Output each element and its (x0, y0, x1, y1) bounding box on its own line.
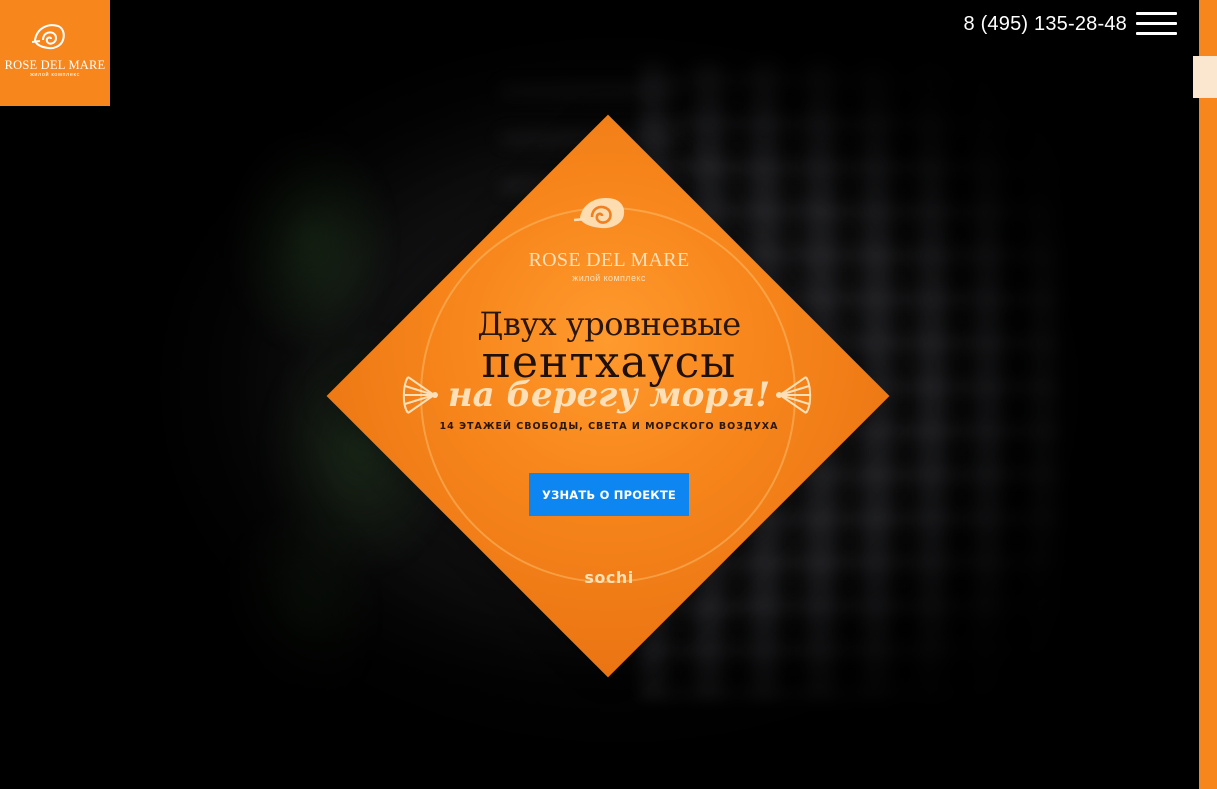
seashell-right-icon (776, 376, 812, 414)
header-logo-link[interactable]: ROSE DEL MARE жилой комплекс (0, 0, 110, 106)
hero-content: ROSE DEL MARE жилой комплекс Двух уровне… (330, 117, 888, 675)
page: ROSE DEL MARE жилой комплекс 8 (495) 135… (0, 0, 1217, 789)
sochi-logo: sochi (584, 568, 634, 587)
hero-logo-subtitle: жилой комплекс (572, 273, 646, 283)
header-phone-link[interactable]: 8 (495) 135-28-48 (963, 13, 1127, 36)
header-logo-brand: ROSE DEL MARE (4, 58, 106, 72)
seashell-left-icon (402, 376, 438, 414)
scrollbar-thumb[interactable] (1193, 56, 1217, 98)
hero-logo-brand: ROSE DEL MARE (528, 249, 690, 271)
hero-tagline: 14 ЭТАЖЕЙ СВОБОДЫ, СВЕТА И МОРСКОГО ВОЗД… (439, 421, 779, 432)
header-logo-subtitle: жилой комплекс (30, 72, 80, 78)
learn-about-project-button[interactable]: УЗНАТЬ О ПРОЕКТЕ (529, 473, 689, 516)
burger-line (1136, 12, 1177, 15)
shell-logo-icon (32, 24, 65, 50)
shell-logo-icon (574, 197, 625, 229)
hamburger-menu-icon[interactable] (1136, 12, 1177, 37)
page-scrollbar[interactable] (1193, 0, 1217, 789)
burger-line (1136, 32, 1177, 35)
burger-line (1136, 22, 1177, 25)
